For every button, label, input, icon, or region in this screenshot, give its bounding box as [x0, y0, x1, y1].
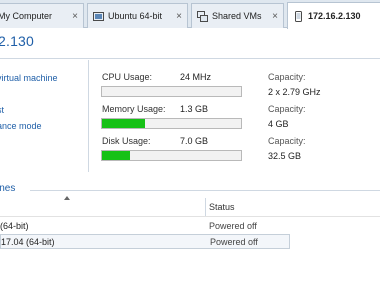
vm-row-selected[interactable]: 17.04 (64-bit) Powered off	[0, 234, 290, 249]
cpu-capacity-label: Capacity:	[268, 72, 306, 82]
vm-status: Powered off	[209, 221, 257, 231]
header-divider	[0, 216, 380, 217]
vm-icon	[93, 11, 104, 21]
machines-section-title: ines	[0, 183, 16, 194]
task-link-maintenance-mode[interactable]: ance mode	[0, 121, 42, 131]
column-divider[interactable]	[205, 198, 206, 216]
cpu-capacity-value: 2 x 2.79 GHz	[268, 87, 321, 97]
memory-usage-bar	[101, 118, 242, 129]
vm-row[interactable]: (64-bit) Powered off	[0, 219, 290, 234]
disk-capacity-label: Capacity:	[268, 136, 306, 146]
phone-host-icon	[295, 10, 302, 22]
memory-usage-label: Memory Usage:	[102, 104, 166, 114]
close-icon[interactable]: ×	[266, 11, 278, 22]
vm-name: 17.04 (64-bit)	[1, 237, 55, 247]
tab-bar: My Computer × Ubuntu 64-bit × Shared VMs…	[0, 0, 380, 29]
disk-usage-value: 7.0 GB	[180, 136, 209, 146]
disk-usage-bar	[101, 150, 242, 161]
vm-name: (64-bit)	[0, 221, 29, 231]
tab-label: 172.16.2.130	[308, 11, 361, 21]
tab-label: Ubuntu 64-bit	[108, 11, 163, 21]
disk-capacity-value: 32.5 GB	[268, 151, 302, 161]
close-icon[interactable]: ×	[170, 11, 182, 22]
close-icon[interactable]: ×	[66, 11, 78, 22]
memory-usage-bar-fill	[102, 119, 146, 128]
tab-label: My Computer	[0, 11, 53, 21]
tab-shared-vms[interactable]: Shared VMs ×	[191, 3, 284, 28]
divider	[0, 58, 380, 59]
memory-capacity-value: 4 GB	[268, 119, 289, 129]
section-divider	[30, 190, 380, 191]
cpu-usage-label: CPU Usage:	[102, 72, 153, 82]
disk-usage-label: Disk Usage:	[102, 136, 151, 146]
tab-my-computer[interactable]: My Computer ×	[0, 3, 84, 28]
memory-capacity-label: Capacity:	[268, 104, 306, 114]
panel-divider	[88, 60, 89, 172]
sort-ascending-icon[interactable]	[64, 196, 70, 200]
status-column-header[interactable]: Status	[209, 202, 235, 212]
memory-usage-value: 1.3 GB	[180, 104, 209, 114]
vm-status: Powered off	[210, 237, 258, 247]
host-title: 2.130	[0, 33, 35, 49]
task-link-host[interactable]: st	[0, 105, 4, 115]
tab-ubuntu[interactable]: Ubuntu 64-bit ×	[87, 3, 188, 28]
tab-label: Shared VMs	[212, 11, 262, 21]
cpu-usage-value: 24 MHz	[180, 72, 212, 82]
shared-vms-icon	[197, 10, 208, 22]
tab-host-172-16-2-130[interactable]: 172.16.2.130	[287, 2, 380, 29]
disk-usage-bar-fill	[102, 151, 130, 160]
cpu-usage-bar	[101, 86, 242, 97]
task-link-new-virtual-machine[interactable]: virtual machine	[0, 73, 58, 83]
